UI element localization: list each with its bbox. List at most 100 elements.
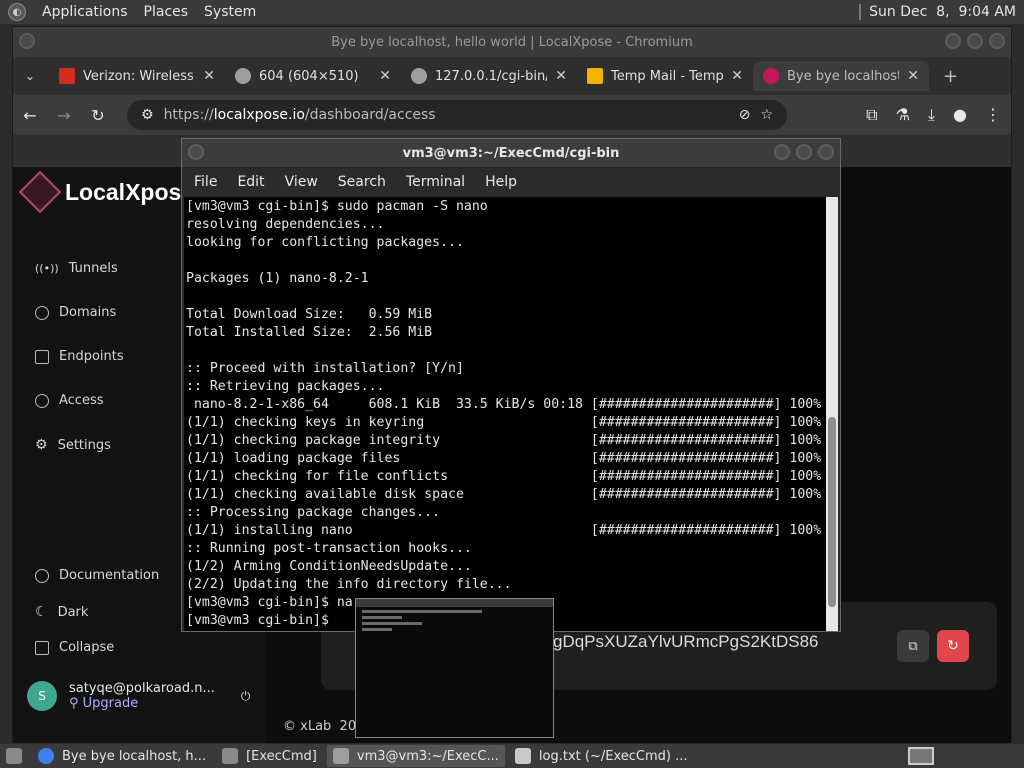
menu-edit[interactable]: Edit xyxy=(237,174,264,190)
sidebar-item-domains[interactable]: Domains xyxy=(35,305,116,320)
tab-verizon[interactable]: Verizon: Wireless, ✕ xyxy=(49,61,225,91)
brand-logo[interactable]: LocalXpos xyxy=(18,170,181,214)
workspace-switcher[interactable] xyxy=(908,747,934,765)
menu-system[interactable]: System xyxy=(204,4,256,20)
show-files-icon[interactable] xyxy=(0,745,28,767)
terminal-line: (1/1) checking available disk space [###… xyxy=(186,487,822,502)
clock[interactable]: Sun Dec 8, 9:04 AM xyxy=(869,4,1016,20)
browser-titlebar[interactable]: Bye bye localhost, hello world | LocalXp… xyxy=(13,27,1011,57)
page-footer: © xLab 20 xyxy=(283,719,357,734)
taskbar: Bye bye localhost, h... [ExecCmd] vm3@vm… xyxy=(0,744,1024,768)
taskbar-item-text-editor[interactable]: log.txt (~/ExecCmd) ... xyxy=(509,745,694,767)
address-bar[interactable]: ⚙ https://localxpose.io/dashboard/access… xyxy=(127,100,787,130)
tab-temp-mail[interactable]: Temp Mail - Temp ✕ xyxy=(577,61,753,91)
collapse-icon xyxy=(35,640,49,655)
terminal-line: (1/1) checking for file conflicts [#####… xyxy=(186,469,822,484)
taskbar-item-file-manager[interactable]: [ExecCmd] xyxy=(216,745,323,767)
terminal-output[interactable]: [vm3@vm3 cgi-bin]$ sudo pacman -S nano re… xyxy=(184,197,826,631)
globe-favicon-icon xyxy=(235,68,251,84)
gear-icon: ⚙ xyxy=(35,437,48,453)
menu-places[interactable]: Places xyxy=(144,4,189,20)
menu-help[interactable]: Help xyxy=(485,174,517,190)
tunnels-icon: ((•)) xyxy=(35,262,59,275)
upgrade-link[interactable]: ⚲ Upgrade xyxy=(69,696,215,711)
download-icon[interactable]: ⤓ xyxy=(928,105,935,125)
window-preview-thumbnail[interactable] xyxy=(355,598,554,738)
tab-close-icon[interactable]: ✕ xyxy=(379,68,391,84)
terminal-line: (1/1) checking keys in keyring [########… xyxy=(186,415,822,430)
browser-window-title: Bye bye localhost, hello world | LocalXp… xyxy=(331,34,693,50)
forward-icon[interactable]: → xyxy=(47,106,81,125)
preview-line xyxy=(362,628,392,631)
terminal-line: (2/2) Updating the info directory file..… xyxy=(186,577,512,592)
window-menu-icon[interactable] xyxy=(188,144,204,160)
preview-line xyxy=(362,616,402,619)
taskbar-item-terminal[interactable]: vm3@vm3:~/ExecC... xyxy=(326,745,505,767)
sidebar-item-endpoints[interactable]: Endpoints xyxy=(35,349,124,364)
terminal-line: (1/1) installing nano [#################… xyxy=(186,523,822,538)
terminal-line: looking for conflicting packages... xyxy=(186,235,464,250)
back-icon[interactable]: ← xyxy=(13,106,47,125)
menu-view[interactable]: View xyxy=(285,174,318,190)
bookmark-star-icon[interactable]: ☆ xyxy=(760,107,773,123)
menu-terminal[interactable]: Terminal xyxy=(406,174,465,190)
reload-icon[interactable]: ↻ xyxy=(81,106,115,125)
access-key-value: gDqPsXUZaYlvURmcPgS2KtDS86 xyxy=(553,632,819,651)
profile-icon[interactable]: ● xyxy=(953,105,967,125)
tab-search-chevron-icon[interactable]: ⌄ xyxy=(25,69,49,83)
new-tab-icon[interactable]: + xyxy=(943,66,958,87)
globe-favicon-icon xyxy=(411,68,427,84)
terminal-line: :: Proceed with installation? [Y/n] xyxy=(186,361,464,376)
sidebar-item-access[interactable]: Access xyxy=(35,393,104,408)
folder-icon xyxy=(222,748,239,764)
documentation-icon xyxy=(35,568,49,583)
sidebar-item-tunnels[interactable]: ((•)) Tunnels xyxy=(35,261,118,276)
tab-image[interactable]: 604 (604×510) ✕ xyxy=(225,61,401,91)
tab-localxpose[interactable]: Bye bye localhost, ✕ xyxy=(753,61,929,91)
taskbar-item-browser[interactable]: Bye bye localhost, h... xyxy=(32,745,212,767)
tab-close-icon[interactable]: ✕ xyxy=(731,68,743,84)
sidebar-item-collapse[interactable]: Collapse xyxy=(35,640,114,655)
labs-flask-icon[interactable]: ⚗ xyxy=(896,105,910,125)
mail-favicon-icon xyxy=(587,68,603,84)
window-menu-icon[interactable] xyxy=(19,33,35,49)
tab-close-icon[interactable]: ✕ xyxy=(907,68,919,84)
user-email: satyqe@polkaroad.n... xyxy=(69,681,215,696)
sidebar-item-dark[interactable]: ☾ Dark xyxy=(35,604,88,620)
user-account[interactable]: S satyqe@polkaroad.n... ⚲ Upgrade ⏻ xyxy=(27,681,250,711)
extensions-icon[interactable]: ⧉ xyxy=(866,105,877,125)
preview-line xyxy=(362,610,482,613)
url-text[interactable]: https://localxpose.io/dashboard/access xyxy=(164,107,729,123)
scrollbar-thumb[interactable] xyxy=(828,417,836,607)
terminal-line: Packages (1) nano-8.2-1 xyxy=(186,271,369,286)
localxpose-logo-icon xyxy=(18,170,62,214)
maximize-icon[interactable] xyxy=(967,33,983,49)
terminal-line: resolving dependencies... xyxy=(186,217,385,232)
copy-key-button[interactable]: ⧉ xyxy=(897,630,929,662)
menu-kebab-icon[interactable]: ⋮ xyxy=(985,105,1001,125)
regenerate-key-button[interactable]: ↻ xyxy=(937,630,969,662)
terminal-line: (1/1) checking package integrity [######… xyxy=(186,433,822,448)
system-logo-icon[interactable]: ◐ xyxy=(8,3,26,21)
minimize-icon[interactable] xyxy=(774,144,790,160)
tab-close-icon[interactable]: ✕ xyxy=(555,68,567,84)
sidebar-item-documentation[interactable]: Documentation xyxy=(35,568,159,583)
sidebar-item-settings[interactable]: ⚙ Settings xyxy=(35,437,111,453)
menu-applications[interactable]: Applications xyxy=(42,4,128,20)
terminal-scrollbar[interactable] xyxy=(826,197,838,631)
close-icon[interactable] xyxy=(989,33,1005,49)
menu-file[interactable]: File xyxy=(194,174,217,190)
eye-off-icon[interactable]: ⊘ xyxy=(739,107,751,123)
avatar: S xyxy=(27,681,57,711)
menu-search[interactable]: Search xyxy=(338,174,386,190)
tab-cgi-bin[interactable]: 127.0.0.1/cgi-bin/c ✕ xyxy=(401,61,577,91)
tab-close-icon[interactable]: ✕ xyxy=(203,68,215,84)
close-icon[interactable] xyxy=(818,144,834,160)
minimize-icon[interactable] xyxy=(945,33,961,49)
power-icon[interactable]: ⏻ xyxy=(241,689,251,704)
terminal-titlebar[interactable]: vm3@vm3:~/ExecCmd/cgi-bin xyxy=(182,139,840,167)
site-info-icon[interactable]: ⚙ xyxy=(141,107,154,123)
maximize-icon[interactable] xyxy=(796,144,812,160)
localxpose-favicon-icon xyxy=(763,68,779,84)
